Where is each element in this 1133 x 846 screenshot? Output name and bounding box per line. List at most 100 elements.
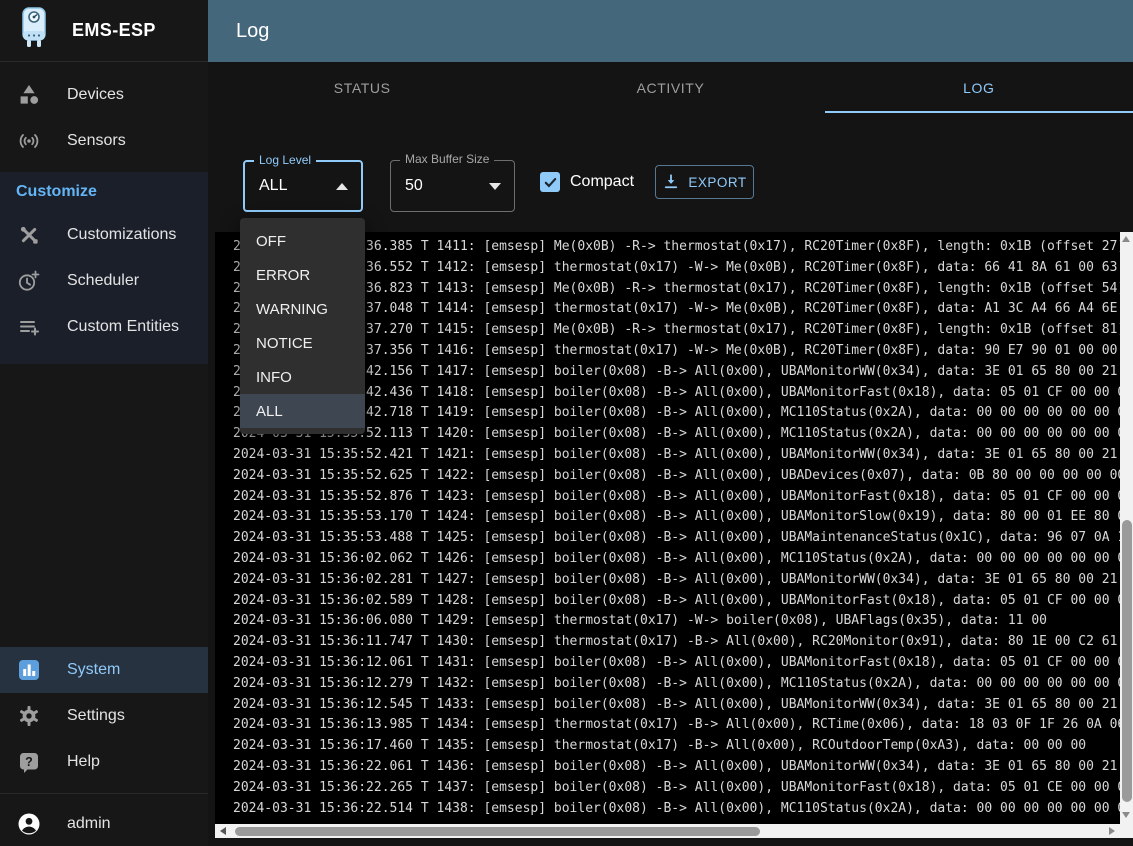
log-line: 2024-03-31 15:35:36.385 T 1411: [emsesp]… <box>233 237 1120 258</box>
app-bar: Log <box>208 0 1133 62</box>
sidebar-item-customizations[interactable]: Customizations <box>0 212 208 258</box>
active-tab-indicator <box>825 111 1133 113</box>
tab-bar: STATUS ACTIVITY LOG <box>208 62 1133 113</box>
log-level-label: Log Level <box>254 153 316 167</box>
sensors-icon <box>17 129 41 153</box>
playlist-add-icon <box>17 315 41 339</box>
log-level-select[interactable]: Log Level ALL <box>243 160 363 212</box>
download-icon <box>662 173 680 191</box>
scroll-right-arrow-icon[interactable] <box>1109 827 1115 835</box>
log-line: 2024-03-31 15:36:22.265 T 1437: [emsesp]… <box>233 778 1120 799</box>
user-name: admin <box>67 815 111 833</box>
customize-section: Customize Customizations <box>0 172 208 364</box>
sidebar-item-label: Settings <box>67 707 125 725</box>
gear-icon <box>17 704 41 728</box>
compact-label: Compact <box>570 173 634 191</box>
log-line: 2024-03-31 15:35:42.156 T 1417: [emsesp]… <box>233 362 1120 383</box>
log-line: 2024-03-31 15:35:52.625 T 1422: [emsesp]… <box>233 466 1120 487</box>
log-line: 2024-03-31 15:36:12.061 T 1431: [emsesp]… <box>233 653 1120 674</box>
tab-activity[interactable]: ACTIVITY <box>516 62 824 113</box>
export-label: EXPORT <box>688 175 746 190</box>
sidebar-item-label: Customizations <box>67 226 176 244</box>
sidebar-item-label: Devices <box>67 86 124 104</box>
tab-log-label: LOG <box>963 80 994 96</box>
compact-checkbox[interactable] <box>540 172 560 192</box>
customize-heading: Customize <box>0 172 208 212</box>
menu-option-warning[interactable]: WARNING <box>240 292 365 326</box>
tab-log[interactable]: LOG <box>825 62 1133 113</box>
scroll-left-arrow-icon[interactable] <box>220 827 226 835</box>
log-line: 2024-03-31 15:36:06.080 T 1429: [emsesp]… <box>233 611 1120 632</box>
log-line: 2024-03-31 15:35:42.436 T 1418: [emsesp]… <box>233 383 1120 404</box>
page-title: Log <box>236 20 269 43</box>
vertical-scrollbar[interactable] <box>1120 232 1133 838</box>
log-line: 2024-03-31 15:35:36.552 T 1412: [emsesp]… <box>233 258 1120 279</box>
app-title: EMS-ESP <box>72 20 156 41</box>
vertical-scrollbar-thumb[interactable] <box>1122 520 1132 802</box>
sidebar-item-label: Custom Entities <box>67 318 179 336</box>
svg-text:?: ? <box>25 755 33 769</box>
analytics-icon <box>17 658 41 682</box>
log-line: 2024-03-31 15:35:53.170 T 1424: [emsesp]… <box>233 507 1120 528</box>
scroll-down-arrow-icon[interactable] <box>1122 812 1130 818</box>
account-circle-icon <box>17 812 41 836</box>
menu-option-notice[interactable]: NOTICE <box>240 326 365 360</box>
sidebar-item-label: Scheduler <box>67 272 139 290</box>
log-line: 2024-03-31 15:36:17.460 T 1435: [emsesp]… <box>233 736 1120 757</box>
log-line: 2024-03-31 15:35:37.048 T 1414: [emsesp]… <box>233 299 1120 320</box>
scroll-up-arrow-icon[interactable] <box>1122 236 1130 242</box>
tab-status[interactable]: STATUS <box>208 62 516 113</box>
menu-option-all[interactable]: ALL <box>240 394 365 428</box>
sidebar: EMS-ESP Devices Sensors Customize <box>0 0 208 846</box>
horizontal-scrollbar[interactable] <box>215 824 1120 838</box>
sidebar-item-label: System <box>67 661 120 679</box>
sidebar-item-settings[interactable]: Settings <box>0 693 208 739</box>
log-line: 2024-03-31 15:36:13.985 T 1434: [emsesp]… <box>233 715 1120 736</box>
max-buffer-select[interactable]: Max Buffer Size 50 <box>390 160 515 212</box>
horizontal-scrollbar-thumb[interactable] <box>235 827 760 836</box>
menu-option-error[interactable]: ERROR <box>240 258 365 292</box>
boiler-logo-icon <box>18 7 50 54</box>
user-menu-admin[interactable]: admin <box>0 802 208 846</box>
log-line: 2024-03-31 15:35:53.488 T 1425: [emsesp]… <box>233 528 1120 549</box>
menu-option-off[interactable]: OFF <box>240 224 365 258</box>
sidebar-item-label: Sensors <box>67 132 126 150</box>
more-time-icon <box>17 269 41 293</box>
log-line: 2024-03-31 15:36:11.747 T 1430: [emsesp]… <box>233 632 1120 653</box>
caret-up-icon <box>336 183 348 190</box>
construction-icon <box>17 223 41 247</box>
checkmark-icon <box>543 175 558 190</box>
log-line: 2024-03-31 15:36:12.279 T 1432: [emsesp]… <box>233 674 1120 695</box>
help-icon: ? <box>17 750 41 774</box>
log-line: 2024-03-31 15:35:37.270 T 1415: [emsesp]… <box>233 320 1120 341</box>
log-line: 2024-03-31 15:36:22.514 T 1438: [emsesp]… <box>233 799 1120 820</box>
export-button[interactable]: EXPORT <box>655 165 754 199</box>
log-line: 2024-03-31 15:36:02.062 T 1426: [emsesp]… <box>233 549 1120 570</box>
sidebar-item-devices[interactable]: Devices <box>0 72 208 118</box>
log-line: 2024-03-31 15:35:52.421 T 1421: [emsesp]… <box>233 445 1120 466</box>
sidebar-item-custom-entities[interactable]: Custom Entities <box>0 304 208 350</box>
sidebar-item-help[interactable]: ? Help <box>0 739 208 785</box>
sidebar-item-system[interactable]: System <box>0 647 208 693</box>
log-line: 2024-03-31 15:35:37.356 T 1416: [emsesp]… <box>233 341 1120 362</box>
sidebar-item-label: Help <box>67 753 100 771</box>
log-line: 2024-03-31 15:35:42.718 T 1419: [emsesp]… <box>233 403 1120 424</box>
log-level-menu: OFF ERROR WARNING NOTICE INFO ALL <box>240 218 365 434</box>
max-buffer-label: Max Buffer Size <box>400 152 494 166</box>
log-line: 2024-03-31 15:35:36.823 T 1413: [emsesp]… <box>233 279 1120 300</box>
sidebar-item-scheduler[interactable]: Scheduler <box>0 258 208 304</box>
menu-option-info[interactable]: INFO <box>240 360 365 394</box>
log-line: 2024-03-31 15:36:02.589 T 1428: [emsesp]… <box>233 591 1120 612</box>
log-line: 2024-03-31 15:36:12.545 T 1433: [emsesp]… <box>233 695 1120 716</box>
max-buffer-value: 50 <box>405 177 423 195</box>
category-icon <box>17 83 41 107</box>
log-line: 2024-03-31 15:36:22.061 T 1436: [emsesp]… <box>233 757 1120 778</box>
log-line: 2024-03-31 15:35:52.113 T 1420: [emsesp]… <box>233 424 1120 445</box>
caret-down-icon <box>489 183 501 190</box>
log-line: 2024-03-31 15:35:52.876 T 1423: [emsesp]… <box>233 487 1120 508</box>
sidebar-divider <box>0 793 208 794</box>
app-brand: EMS-ESP <box>0 0 208 62</box>
log-level-value: ALL <box>259 177 287 195</box>
log-line: 2024-03-31 15:36:02.281 T 1427: [emsesp]… <box>233 570 1120 591</box>
sidebar-item-sensors[interactable]: Sensors <box>0 118 208 164</box>
